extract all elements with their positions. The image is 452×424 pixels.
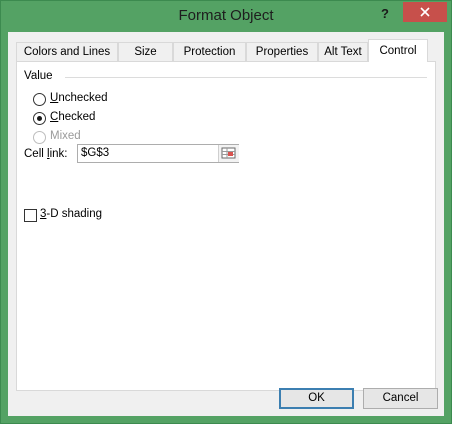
radio-button-mixed	[33, 131, 46, 144]
tab-colors-and-lines[interactable]: Colors and Lines	[16, 42, 118, 61]
tab-strip: Colors and Lines Size Protection Propert…	[16, 39, 436, 62]
tab-alt-text[interactable]: Alt Text	[318, 42, 368, 61]
title-bar[interactable]: Format Object ?	[1, 1, 451, 32]
tab-properties[interactable]: Properties	[246, 42, 318, 61]
tab-control[interactable]: Control	[368, 39, 428, 62]
close-icon	[420, 7, 430, 17]
3d-shading-label: 3-D shading	[40, 208, 103, 220]
control-panel: Value Unchecked Checked Mixed Cell link:…	[16, 61, 436, 391]
tab-size[interactable]: Size	[118, 42, 173, 61]
radio-checked-label: Checked	[50, 111, 96, 123]
group-divider	[65, 77, 427, 78]
radio-button-unchecked[interactable]	[33, 93, 46, 106]
tab-protection[interactable]: Protection	[173, 42, 246, 61]
close-button[interactable]	[403, 2, 447, 22]
radio-button-checked[interactable]	[33, 112, 46, 125]
range-select-icon	[221, 147, 236, 159]
radio-mixed-label: Mixed	[50, 130, 81, 142]
cell-link-label: Cell link:	[24, 148, 68, 160]
cancel-button[interactable]: Cancel	[363, 388, 438, 409]
value-group-label: Value	[24, 70, 53, 82]
dialog-body: Colors and Lines Size Protection Propert…	[8, 32, 444, 416]
format-object-dialog: Format Object ? Colors and Lines Size Pr…	[0, 0, 452, 424]
radio-unchecked-label: Unchecked	[50, 92, 108, 104]
cell-link-input[interactable]: $G$3	[77, 144, 239, 163]
range-select-button[interactable]	[218, 145, 239, 162]
3d-shading-checkbox[interactable]	[24, 209, 37, 222]
help-button[interactable]: ?	[375, 5, 395, 23]
ok-button[interactable]: OK	[279, 388, 354, 409]
